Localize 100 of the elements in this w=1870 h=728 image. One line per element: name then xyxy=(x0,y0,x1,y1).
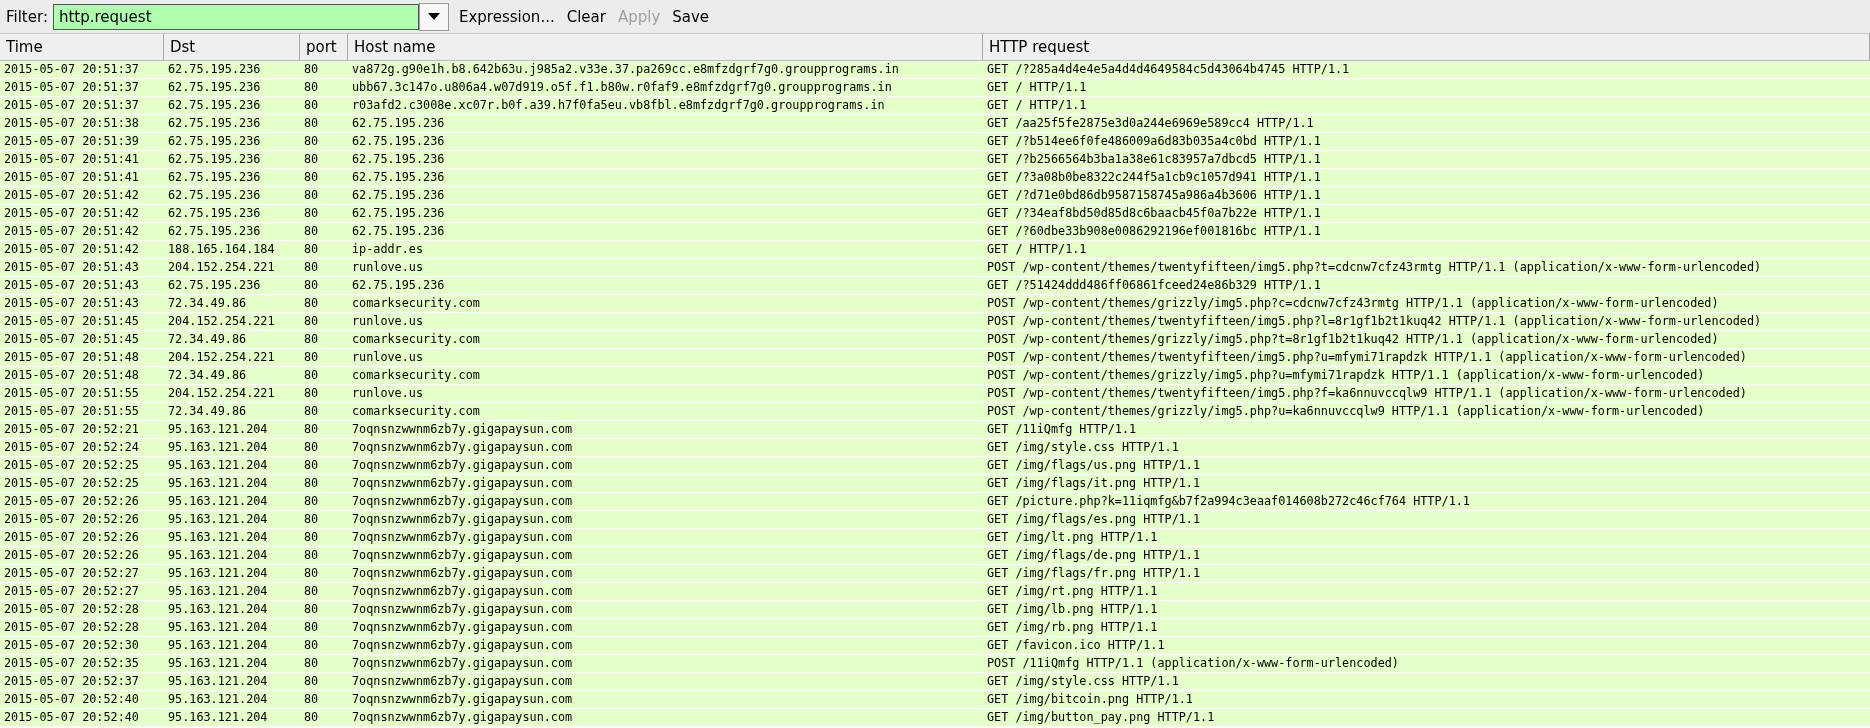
packet-row[interactable]: 2015-05-07 20:51:42 62.75.195.236 80 62.75.195.236 GET /?34eaf8bd50d85d8c6baacb45f0a7b22e HTTP/1.1 xyxy=(0,205,1870,223)
table-cell-text: 80 xyxy=(303,565,320,582)
packet-row[interactable]: 2015-05-07 20:51:38 62.75.195.236 80 62.75.195.236 GET /aa25f5fe2875e3d0a244e6969e589cc4 HTTP/1.1 xyxy=(0,115,1870,133)
filter-label: Filter: xyxy=(6,7,48,26)
table-cell-text: 204.152.254.221 xyxy=(167,385,276,402)
table-cell-text: r03afd2.c3008e.xc07r.b0f.a39.h7f0fa5eu.vb8fbl.e8mfzdgrf7g0.groupprograms.in xyxy=(351,97,886,114)
table-cell-text: 80 xyxy=(303,385,320,402)
packet-row[interactable]: 2015-05-07 20:52:28 95.163.121.204 80 7oqnsnzwwnm6zb7y.gigapaysun.com GET /img/lb.png HTTP/1.1 xyxy=(0,601,1870,619)
packet-row[interactable]: 2015-05-07 20:51:45 204.152.254.221 80 runlove.us POST /wp-content/themes/twentyfifteen/img5.php?l=8r1gf1b2t1kuq42 HTTP/1.1 (application/x-www-form-urlencoded) xyxy=(0,313,1870,331)
table-cell-text: 62.75.195.236 xyxy=(167,79,262,96)
table-cell-text: 7oqnsnzwwnm6zb7y.gigapaysun.com xyxy=(351,637,574,654)
caret-icon xyxy=(427,13,440,20)
table-cell-text: GET /aa25f5fe2875e3d0a244e6969e589cc4 HTTP/1.1 xyxy=(986,115,1315,132)
packet-row[interactable]: 2015-05-07 20:51:37 62.75.195.236 80 va872g.g90e1h.b8.642b63u.j985a2.v33e.37.pa269cc.e8mfzdgrf7g0.groupprograms.in GET /?285a4d4e4e5a4d4d4649584c5d43064b4745 HTTP/1.1 xyxy=(0,61,1870,79)
toolbar-button[interactable]: Clear xyxy=(560,4,612,29)
packet-row[interactable]: 2015-05-07 20:52:24 95.163.121.204 80 7oqnsnzwwnm6zb7y.gigapaysun.com GET /img/style.css HTTP/1.1 xyxy=(0,439,1870,457)
table-cell-text: 72.34.49.86 xyxy=(167,367,248,384)
table-cell-text: 2015-05-07 20:51:38 xyxy=(3,115,140,132)
table-cell-text: GET /?d71e0bd86db9587158745a986a4b3606 HTTP/1.1 xyxy=(986,187,1322,204)
packet-row[interactable]: 2015-05-07 20:51:37 62.75.195.236 80 r03afd2.c3008e.xc07r.b0f.a39.h7f0fa5eu.vb8fbl.e8mfzdgrf7g0.groupprograms.in GET / HTTP/1.1 xyxy=(0,97,1870,115)
table-cell-text: 7oqnsnzwwnm6zb7y.gigapaysun.com xyxy=(351,619,574,636)
table-cell-text: GET /img/rb.png HTTP/1.1 xyxy=(986,619,1159,636)
table-cell-text: POST /wp-content/themes/grizzly/img5.php?t=8r1gf1b2t1kuq42 HTTP/1.1 (application/x-www-form-urlencoded) xyxy=(986,331,1720,348)
packet-row[interactable]: 2015-05-07 20:51:55 72.34.49.86 80 comarksecurity.com POST /wp-content/themes/grizzly/img5.php?u=ka6nnuvccqlw9 HTTP/1.1 (application/x-www-form-urlencoded) xyxy=(0,403,1870,421)
packet-row[interactable]: 2015-05-07 20:51:41 62.75.195.236 80 62.75.195.236 GET /?3a08b0be8322c244f5a1cb9c1057d941 HTTP/1.1 xyxy=(0,169,1870,187)
table-cell-text: 204.152.254.221 xyxy=(167,259,276,276)
packet-row[interactable]: 2015-05-07 20:52:40 95.163.121.204 80 7oqnsnzwwnm6zb7y.gigapaysun.com GET /img/button_pay.png HTTP/1.1 xyxy=(0,709,1870,727)
packet-row[interactable]: 2015-05-07 20:51:41 62.75.195.236 80 62.75.195.236 GET /?b2566564b3ba1a38e61c83957a7dbcd5 HTTP/1.1 xyxy=(0,151,1870,169)
packet-row[interactable]: 2015-05-07 20:52:21 95.163.121.204 80 7oqnsnzwwnm6zb7y.gigapaysun.com GET /11iQmfg HTTP/1.1 xyxy=(0,421,1870,439)
table-cell-text: 62.75.195.236 xyxy=(167,277,262,294)
table-cell-text: GET /?b514ee6f0fe486009a6d83b035a4c0bd HTTP/1.1 xyxy=(986,133,1322,150)
column-header[interactable]: port xyxy=(300,34,348,60)
packet-row[interactable]: 2015-05-07 20:52:37 95.163.121.204 80 7oqnsnzwwnm6zb7y.gigapaysun.com GET /img/style.css HTTP/1.1 xyxy=(0,673,1870,691)
table-cell-text: 7oqnsnzwwnm6zb7y.gigapaysun.com xyxy=(351,565,574,582)
packet-row[interactable]: 2015-05-07 20:51:42 62.75.195.236 80 62.75.195.236 GET /?d71e0bd86db9587158745a986a4b3606 HTTP/1.1 xyxy=(0,187,1870,205)
table-cell-text: 80 xyxy=(303,313,320,330)
table-cell-text: 2015-05-07 20:51:42 xyxy=(3,241,140,258)
packet-row[interactable]: 2015-05-07 20:52:26 95.163.121.204 80 7oqnsnzwwnm6zb7y.gigapaysun.com GET /img/lt.png HTTP/1.1 xyxy=(0,529,1870,547)
packet-row[interactable]: 2015-05-07 20:52:27 95.163.121.204 80 7oqnsnzwwnm6zb7y.gigapaysun.com GET /img/flags/fr.png HTTP/1.1 xyxy=(0,565,1870,583)
filter-field[interactable]: http.request xyxy=(52,3,419,30)
table-cell-text: 2015-05-07 20:52:25 xyxy=(3,475,140,492)
table-cell-text: runlove.us xyxy=(351,385,425,402)
table-cell-text: comarksecurity.com xyxy=(351,367,481,384)
packet-row[interactable]: 2015-05-07 20:52:26 95.163.121.204 80 7oqnsnzwwnm6zb7y.gigapaysun.com GET /img/flags/de.png HTTP/1.1 xyxy=(0,547,1870,565)
table-cell-text: 2015-05-07 20:52:25 xyxy=(3,457,140,474)
packet-row[interactable]: 2015-05-07 20:51:39 62.75.195.236 80 62.75.195.236 GET /?b514ee6f0fe486009a6d83b035a4c0bd HTTP/1.1 xyxy=(0,133,1870,151)
table-cell-text: comarksecurity.com xyxy=(351,331,481,348)
table-cell-text: 2015-05-07 20:51:42 xyxy=(3,223,140,240)
table-cell-text: POST /wp-content/themes/twentyfifteen/img5.php?f=ka6nnuvccqlw9 HTTP/1.1 (application/x-www-form-urlencoded) xyxy=(986,385,1748,402)
packet-row[interactable]: 2015-05-07 20:52:35 95.163.121.204 80 7oqnsnzwwnm6zb7y.gigapaysun.com POST /11iQmfg HTTP/1.1 (application/x-www-form-urlencoded) xyxy=(0,655,1870,673)
table-cell-text: 80 xyxy=(303,457,320,474)
table-cell-text: 95.163.121.204 xyxy=(167,583,269,600)
table-cell-text: 62.75.195.236 xyxy=(167,205,262,222)
table-cell-text: 80 xyxy=(303,691,320,708)
packet-row[interactable]: 2015-05-07 20:52:26 95.163.121.204 80 7oqnsnzwwnm6zb7y.gigapaysun.com GET /img/flags/es.png HTTP/1.1 xyxy=(0,511,1870,529)
table-cell-text: 80 xyxy=(303,241,320,258)
table-cell-text: 2015-05-07 20:51:55 xyxy=(3,403,140,420)
table-cell-text: 204.152.254.221 xyxy=(167,349,276,366)
table-cell-text: 80 xyxy=(303,151,320,168)
table-cell-text: runlove.us xyxy=(351,259,425,276)
packet-row[interactable]: 2015-05-07 20:52:28 95.163.121.204 80 7oqnsnzwwnm6zb7y.gigapaysun.com GET /img/rb.png HTTP/1.1 xyxy=(0,619,1870,637)
packet-row[interactable]: 2015-05-07 20:51:48 72.34.49.86 80 comarksecurity.com POST /wp-content/themes/grizzly/img5.php?u=mfymi71rapdzk HTTP/1.1 (application/x-www-form-urlencoded) xyxy=(0,367,1870,385)
table-cell-text: 2015-05-07 20:51:42 xyxy=(3,205,140,222)
table-cell-text: 72.34.49.86 xyxy=(167,295,248,312)
table-cell-text: va872g.g90e1h.b8.642b63u.j985a2.v33e.37.pa269cc.e8mfzdgrf7g0.groupprograms.in xyxy=(351,61,900,78)
table-cell-text: 7oqnsnzwwnm6zb7y.gigapaysun.com xyxy=(351,511,574,528)
packet-row[interactable]: 2015-05-07 20:51:48 204.152.254.221 80 runlove.us POST /wp-content/themes/twentyfifteen/img5.php?u=mfymi71rapdzk HTTP/1.1 (application/x-www-form-urlencoded) xyxy=(0,349,1870,367)
column-header[interactable]: HTTP request xyxy=(983,34,1870,60)
packet-row[interactable]: 2015-05-07 20:51:43 72.34.49.86 80 comarksecurity.com POST /wp-content/themes/grizzly/img5.php?c=cdcnw7cfz43rmtg HTTP/1.1 (application/x-www-form-urlencoded) xyxy=(0,295,1870,313)
packet-row[interactable]: 2015-05-07 20:51:43 204.152.254.221 80 runlove.us POST /wp-content/themes/twentyfifteen/img5.php?t=cdcnw7cfz43rmtg HTTP/1.1 (application/x-www-form-urlencoded) xyxy=(0,259,1870,277)
table-cell-text: 204.152.254.221 xyxy=(167,313,276,330)
table-cell-text: GET /img/flags/it.png HTTP/1.1 xyxy=(986,475,1202,492)
packet-row[interactable]: 2015-05-07 20:52:30 95.163.121.204 80 7oqnsnzwwnm6zb7y.gigapaysun.com GET /favicon.ico HTTP/1.1 xyxy=(0,637,1870,655)
column-header[interactable]: Dst xyxy=(164,34,300,60)
table-cell-text: 95.163.121.204 xyxy=(167,565,269,582)
toolbar-button[interactable]: Expression... xyxy=(452,4,561,29)
column-header[interactable]: Time xyxy=(0,34,164,60)
packet-row[interactable]: 2015-05-07 20:51:55 204.152.254.221 80 runlove.us POST /wp-content/themes/twentyfifteen/img5.php?f=ka6nnuvccqlw9 HTTP/1.1 (application/x-www-form-urlencoded) xyxy=(0,385,1870,403)
packet-row[interactable]: 2015-05-07 20:52:25 95.163.121.204 80 7oqnsnzwwnm6zb7y.gigapaysun.com GET /img/flags/us.png HTTP/1.1 xyxy=(0,457,1870,475)
table-cell-text: 80 xyxy=(303,475,320,492)
table-cell-text: 80 xyxy=(303,223,320,240)
packet-row[interactable]: 2015-05-07 20:51:45 72.34.49.86 80 comarksecurity.com POST /wp-content/themes/grizzly/img5.php?t=8r1gf1b2t1kuq42 HTTP/1.1 (application/x-www-form-urlencoded) xyxy=(0,331,1870,349)
table-cell-text: 80 xyxy=(303,583,320,600)
packet-row[interactable]: 2015-05-07 20:51:43 62.75.195.236 80 62.75.195.236 GET /?51424ddd486ff06861fceed24e86b329 HTTP/1.1 xyxy=(0,277,1870,295)
toolbar-button[interactable]: Save xyxy=(666,4,716,29)
column-header[interactable]: Host name xyxy=(348,34,983,60)
table-cell-text: POST /wp-content/themes/twentyfifteen/img5.php?u=mfymi71rapdzk HTTP/1.1 (application/x-www-form-urlencoded) xyxy=(986,349,1748,366)
packet-row[interactable]: 2015-05-07 20:52:26 95.163.121.204 80 7oqnsnzwwnm6zb7y.gigapaysun.com GET /picture.php?k=11iqmfg&b7f2a994c3eaaf014608b272c46cf764 HTTP/1.1 xyxy=(0,493,1870,511)
table-cell-text: GET / HTTP/1.1 xyxy=(986,97,1088,114)
table-cell-text: 80 xyxy=(303,115,320,132)
packet-row[interactable]: 2015-05-07 20:52:25 95.163.121.204 80 7oqnsnzwwnm6zb7y.gigapaysun.com GET /img/flags/it.png HTTP/1.1 xyxy=(0,475,1870,493)
packet-row[interactable]: 2015-05-07 20:52:27 95.163.121.204 80 7oqnsnzwwnm6zb7y.gigapaysun.com GET /img/rt.png HTTP/1.1 xyxy=(0,583,1870,601)
packet-row[interactable]: 2015-05-07 20:52:40 95.163.121.204 80 7oqnsnzwwnm6zb7y.gigapaysun.com GET /img/bitcoin.png HTTP/1.1 xyxy=(0,691,1870,709)
table-cell-text: 2015-05-07 20:51:37 xyxy=(3,97,140,114)
packet-row[interactable]: 2015-05-07 20:51:37 62.75.195.236 80 ubb67.3c147o.u806a4.w07d919.o5f.f1.b80w.r0faf9.e8mfzdgrf7g0.groupprograms.in GET / HTTP/1.1 xyxy=(0,79,1870,97)
table-cell-text: 80 xyxy=(303,331,320,348)
table-cell-text: 62.75.195.236 xyxy=(351,169,446,186)
packet-row[interactable]: 2015-05-07 20:51:42 62.75.195.236 80 62.75.195.236 GET /?60dbe33b908e0086292196ef001816bc HTTP/1.1 xyxy=(0,223,1870,241)
filter-dropdown-button[interactable] xyxy=(418,2,449,31)
packet-row[interactable]: 2015-05-07 20:51:42 188.165.164.184 80 ip-addr.es GET / HTTP/1.1 xyxy=(0,241,1870,259)
